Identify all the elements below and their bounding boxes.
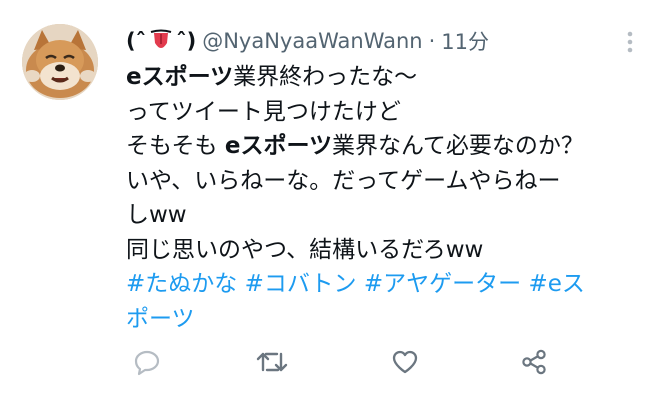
tweet-line: eスポーツ業界終わったな〜 (126, 64, 418, 90)
tweet-line: いや、いらねーな。だってゲームやらねー (126, 167, 561, 194)
reply-icon (133, 348, 161, 380)
reply-button[interactable] (127, 344, 167, 384)
retweet-icon (256, 348, 288, 380)
hashtag-link[interactable]: ポーツ (126, 302, 636, 337)
avatar[interactable] (22, 24, 98, 100)
hashtag-link[interactable]: #アヤゲーター (364, 271, 521, 297)
hashtag-link[interactable]: #eス (528, 271, 584, 297)
separator-dot: · (428, 29, 436, 53)
tweet-header: (ˆ ˆ) @NyaNyaaWanWann · 11分 (126, 24, 636, 58)
hashtag-link[interactable]: #コバトン (245, 271, 357, 297)
user-handle[interactable]: @NyaNyaaWanWann (202, 29, 422, 53)
tweet-line: そもそも eスポーツ業界なんて必要なのか？ (126, 133, 584, 159)
share-icon (520, 348, 548, 380)
heart-icon (391, 348, 419, 380)
retweet-button[interactable] (252, 344, 292, 384)
like-button[interactable] (385, 344, 425, 384)
tweet-line: 同じ思いのやつ、結構いるだろww (126, 236, 484, 263)
timestamp[interactable]: 11分 (441, 26, 489, 56)
tweet-text: eスポーツ業界終わったな〜 ってツイート見つけたけど そもそも eスポーツ業界な… (126, 60, 636, 336)
hashtag-line: #たぬかな #コバトン #アヤゲーター #eス (126, 267, 636, 302)
tongue-emoji-icon (150, 29, 172, 53)
tweet-actions (0, 344, 650, 384)
tweet-content: (ˆ ˆ) @NyaNyaaWanWann · 11分 eスポーツ業界終わったな… (126, 24, 636, 336)
display-name[interactable]: (ˆ ˆ) (126, 29, 196, 53)
share-button[interactable] (514, 344, 554, 384)
more-vertical-icon[interactable] (626, 30, 634, 58)
hashtag-link[interactable]: #たぬかな (126, 271, 237, 297)
tweet-line: しww (126, 202, 187, 228)
tweet-line: ってツイート見つけたけど (126, 98, 401, 125)
